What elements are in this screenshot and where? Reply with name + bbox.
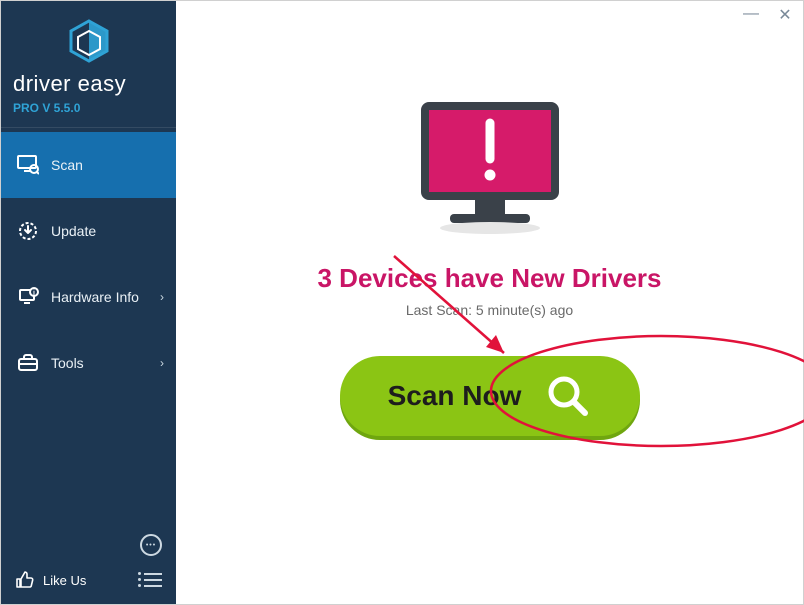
monitor-alert-icon <box>415 101 565 241</box>
gear-download-icon <box>15 220 41 242</box>
close-button[interactable]: ✕ <box>775 5 795 25</box>
feedback-icon[interactable]: ••• <box>140 534 162 556</box>
hardware-icon: i <box>15 286 41 308</box>
nav-item-scan[interactable]: Scan <box>1 132 176 198</box>
status-title: 3 Devices have New Drivers <box>318 263 662 294</box>
nav-label: Scan <box>51 157 83 173</box>
main-panel: — ✕ 3 Devices have New Drivers Last Scan… <box>176 1 803 604</box>
brand-name: driver easy <box>13 71 164 97</box>
window-controls: — ✕ <box>741 5 795 25</box>
thumbs-up-icon <box>15 570 35 590</box>
nav: Scan Update i <box>1 128 176 526</box>
toolbox-icon <box>15 353 41 373</box>
brand-version: PRO V 5.5.0 <box>13 101 164 115</box>
chevron-right-icon: › <box>160 356 164 370</box>
chevron-right-icon: › <box>160 290 164 304</box>
nav-item-hardware[interactable]: i Hardware Info › <box>1 264 176 330</box>
scan-now-button[interactable]: Scan Now <box>340 356 640 436</box>
brand-logo-icon <box>13 19 164 63</box>
nav-label: Tools <box>51 355 84 371</box>
nav-label: Update <box>51 223 96 239</box>
minimize-button[interactable]: — <box>741 5 761 25</box>
brand-block: driver easy PRO V 5.5.0 <box>1 1 176 128</box>
svg-text:i: i <box>33 290 35 297</box>
menu-list-icon[interactable] <box>144 571 162 589</box>
scan-icon <box>15 155 41 175</box>
magnifier-icon <box>545 373 591 419</box>
like-us-button[interactable]: Like Us <box>15 570 86 590</box>
sidebar-footer: ••• Like Us <box>1 526 176 604</box>
sidebar: driver easy PRO V 5.5.0 Scan <box>1 1 176 604</box>
nav-item-update[interactable]: Update <box>1 198 176 264</box>
nav-item-tools[interactable]: Tools › <box>1 330 176 396</box>
last-scan-text: Last Scan: 5 minute(s) ago <box>406 302 573 318</box>
scan-now-label: Scan Now <box>388 380 522 412</box>
nav-label: Hardware Info <box>51 289 139 305</box>
like-us-label: Like Us <box>43 573 86 588</box>
